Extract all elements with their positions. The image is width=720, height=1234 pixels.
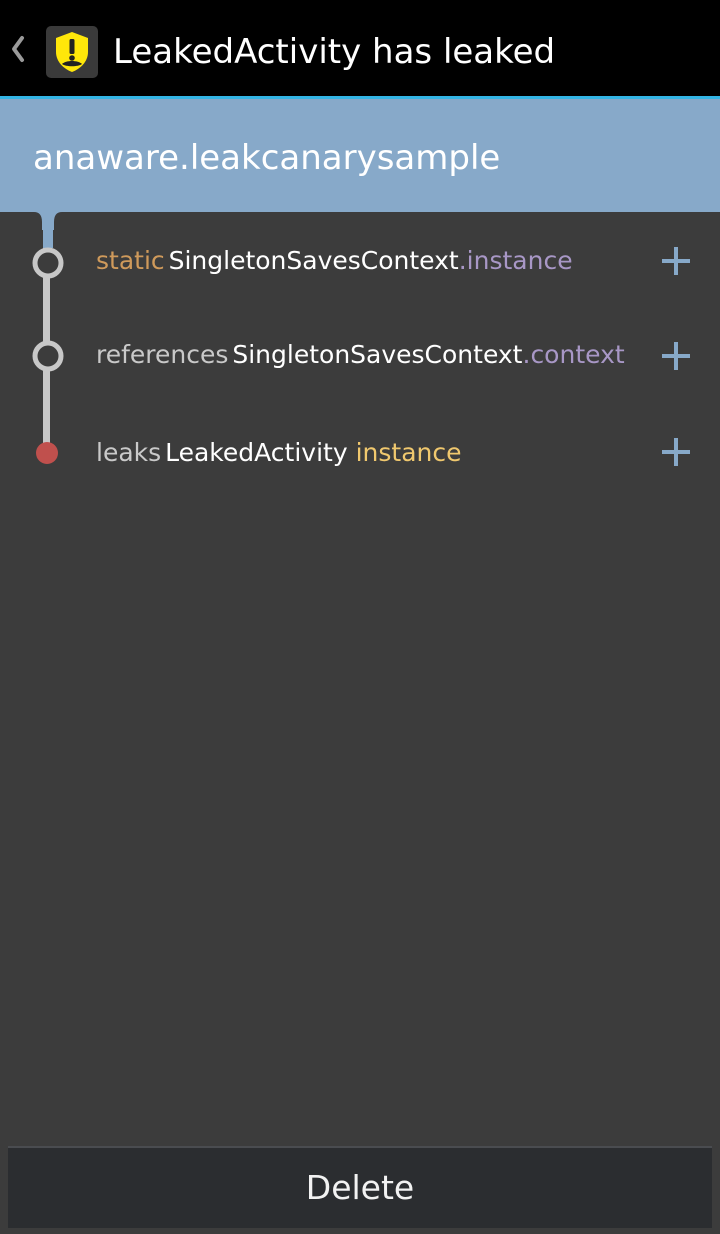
package-name: anaware.leakcanarysample [33,138,501,178]
page-title: LeakedActivity has leaked [113,32,556,72]
trace-row-label: static SingletonSavesContext.instance [96,238,573,284]
chevron-left-icon [12,36,24,62]
trace-row-static[interactable]: static SingletonSavesContext.instance [0,212,720,308]
trace-row-label: references SingletonSavesContext.context [96,332,625,378]
leak-dot-icon [36,442,58,464]
delete-button-label: Delete [305,1168,415,1207]
trace-row-references[interactable]: references SingletonSavesContext.context [0,308,720,404]
leak-detail-screen: LeakedActivity has leaked anaware.leakca… [0,0,720,1234]
trace-prefix: leaks [96,438,162,467]
trace-prefix: static [96,246,165,275]
package-header: anaware.leakcanarysample [0,99,720,212]
trace-field: instance [355,438,462,467]
trace-row-label: leaks LeakedActivity instance [96,430,462,476]
expand-plus-icon[interactable] [660,340,692,372]
trace-prefix: references [96,340,229,369]
node-circle-icon [32,247,64,279]
trace-separator: . [458,246,467,275]
expand-plus-icon[interactable] [660,245,692,277]
trace-field: instance [466,246,573,275]
node-circle-icon [32,340,64,372]
trace-class-name: LeakedActivity [165,438,348,467]
trace-row-leaks[interactable]: leaks LeakedActivity instance [0,404,720,500]
trace-separator [348,438,356,467]
trace-class-name: SingletonSavesContext [232,340,523,369]
up-button[interactable] [0,0,106,96]
action-bar: LeakedActivity has leaked [0,0,720,96]
expand-plus-icon[interactable] [660,436,692,468]
trace-class-name: SingletonSavesContext [168,246,459,275]
leakcanary-shield-icon [46,26,98,78]
trace-field: context [530,340,625,369]
delete-button[interactable]: Delete [8,1146,712,1228]
